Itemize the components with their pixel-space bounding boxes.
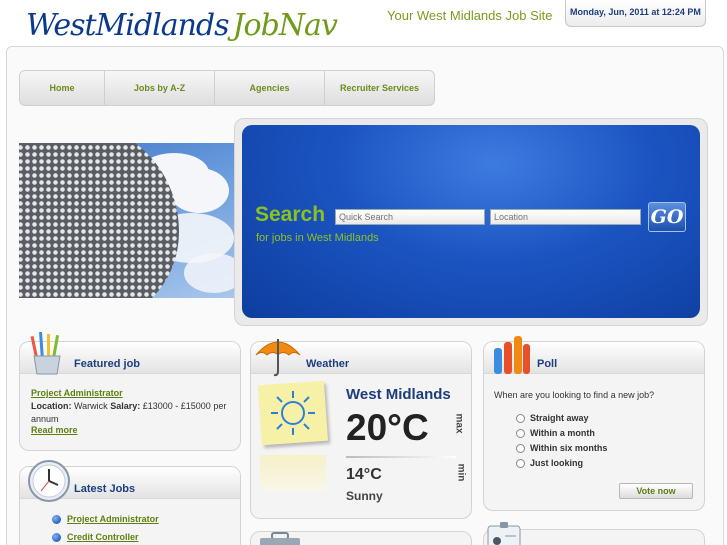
radio-button[interactable] bbox=[516, 458, 525, 468]
radio-button[interactable] bbox=[516, 443, 525, 453]
salary-label: Salary: bbox=[110, 401, 141, 411]
nav-recruiter-services[interactable]: Recruiter Services bbox=[325, 71, 434, 105]
vote-now-button[interactable]: Vote now bbox=[619, 483, 693, 499]
quick-search-input[interactable] bbox=[335, 209, 485, 225]
search-subheading: for jobs in West Midlands bbox=[256, 232, 379, 244]
go-button[interactable]: GO bbox=[648, 202, 686, 232]
bullet-icon bbox=[52, 514, 61, 524]
weather-condition: Sunny bbox=[346, 489, 383, 503]
weather-title: Weather bbox=[306, 358, 350, 370]
sticky-note-min bbox=[260, 455, 326, 491]
latest-jobs-title: Latest Jobs bbox=[74, 483, 136, 495]
sun-icon bbox=[271, 391, 315, 435]
bar-chart-icon bbox=[494, 336, 530, 374]
clock-icon bbox=[28, 460, 70, 502]
poll-option-label: Straight away bbox=[530, 413, 589, 423]
poll-option-within-six-months[interactable]: Within six months bbox=[516, 443, 607, 453]
id-badge-icon bbox=[487, 522, 521, 545]
pencil-cup-icon bbox=[30, 332, 61, 375]
location-value: Warwick bbox=[74, 401, 108, 411]
search-heading: Search bbox=[255, 203, 326, 226]
latest-job-link[interactable]: Credit Controller bbox=[67, 532, 139, 542]
radio-button[interactable] bbox=[516, 428, 525, 438]
max-label: max bbox=[453, 413, 465, 434]
poll-question: When are you looking to find a new job? bbox=[494, 390, 655, 400]
radio-button[interactable] bbox=[516, 413, 525, 423]
bullet-icon bbox=[52, 532, 61, 542]
min-label: min bbox=[455, 463, 467, 482]
poll-title: Poll bbox=[537, 358, 558, 370]
logo-text-westmidlands: WestMidlands bbox=[26, 8, 230, 43]
weather-divider bbox=[346, 456, 456, 458]
nav-jobs-a-z[interactable]: Jobs by A-Z bbox=[105, 71, 215, 105]
min-temperature: 14°C bbox=[346, 466, 382, 483]
main-nav: Home Jobs by A-Z Agencies Recruiter Serv… bbox=[19, 70, 435, 106]
location-input[interactable] bbox=[490, 209, 641, 225]
latest-job-item: Credit Controller bbox=[52, 532, 139, 542]
umbrella-icon bbox=[255, 339, 301, 377]
date-display: Monday, Jun, 2011 at 12:24 PM bbox=[565, 0, 706, 27]
poll-option-label: Just looking bbox=[530, 458, 584, 468]
poll-option-within-a-month[interactable]: Within a month bbox=[516, 428, 595, 438]
weather-region: West Midlands bbox=[346, 386, 451, 403]
poll-option-label: Within six months bbox=[530, 443, 608, 453]
briefcase-icon bbox=[260, 532, 300, 545]
logo-text-jobnav: JobNav bbox=[232, 8, 338, 43]
latest-job-item: Project Administrator bbox=[52, 514, 159, 524]
nav-home[interactable]: Home bbox=[20, 71, 105, 105]
location-label: Location: bbox=[31, 401, 72, 411]
site-tagline: Your West Midlands Job Site bbox=[387, 8, 553, 23]
featured-job-link[interactable]: Project Administrator bbox=[31, 388, 123, 398]
site-logo[interactable]: WestMidlands JobNav bbox=[26, 8, 338, 48]
poll-option-straight-away[interactable]: Straight away bbox=[516, 413, 589, 423]
read-more-link[interactable]: Read more bbox=[31, 425, 78, 435]
poll-option-label: Within a month bbox=[530, 428, 595, 438]
nav-agencies[interactable]: Agencies bbox=[215, 71, 325, 105]
latest-job-link[interactable]: Project Administrator bbox=[67, 514, 159, 524]
featured-job-details: Location: Warwick Salary: £13000 - £1500… bbox=[31, 400, 236, 426]
max-temperature: 20°C bbox=[346, 407, 429, 448]
poll-option-just-looking[interactable]: Just looking bbox=[516, 458, 583, 468]
featured-job-title: Featured job bbox=[74, 358, 141, 370]
bullring-building bbox=[19, 143, 179, 298]
hero-photo bbox=[19, 143, 237, 298]
